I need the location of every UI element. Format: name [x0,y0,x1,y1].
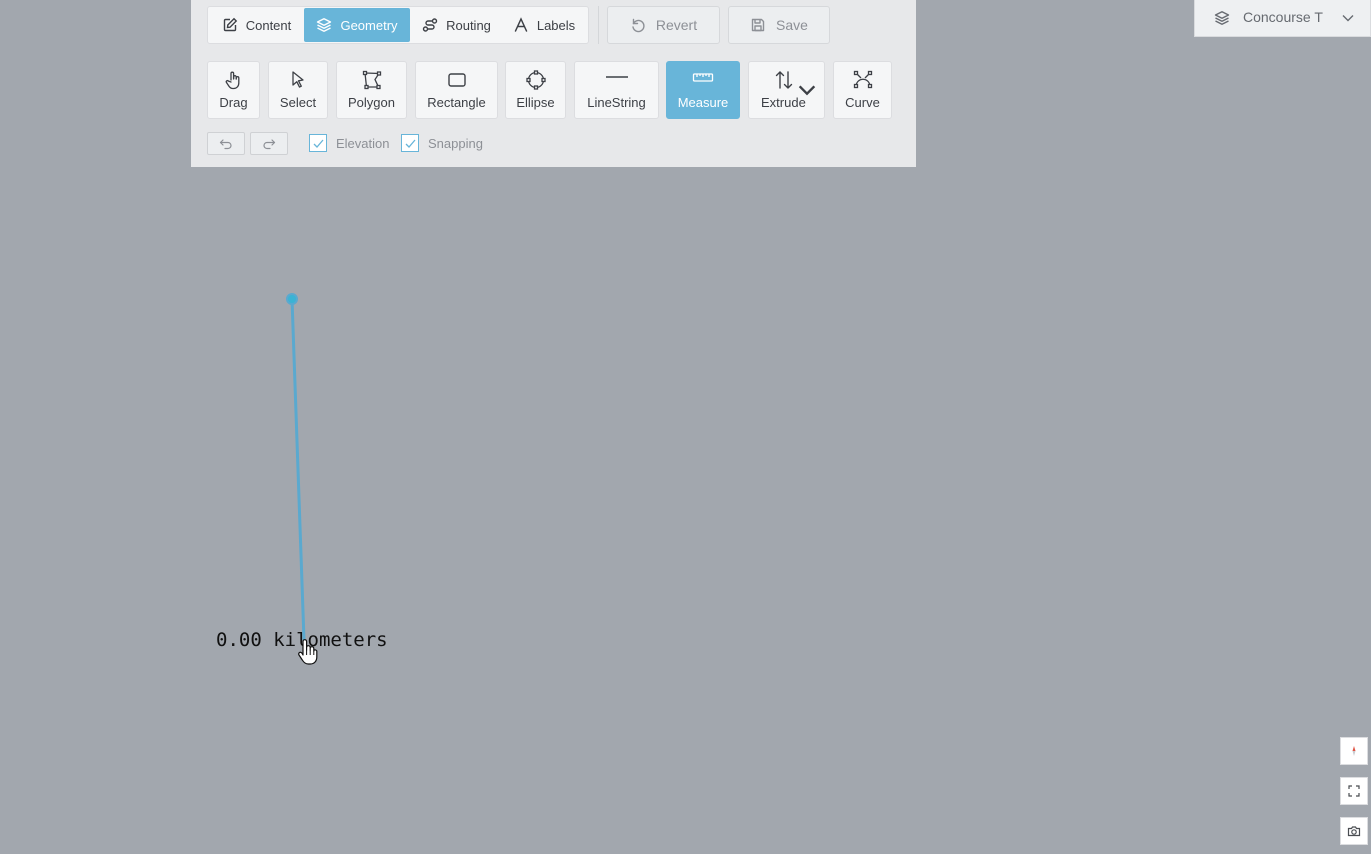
measure-start-vertex[interactable] [286,293,298,305]
tab-content-label: Content [245,17,292,33]
fullscreen-button[interactable] [1340,777,1368,805]
checkmark-icon [405,139,415,148]
chevron-down-icon[interactable] [796,79,818,101]
undo-arrow-icon [632,18,645,33]
app-root: Content Geometry Routing Labels Revert S… [0,0,1371,854]
measure-tool-label: Measure [677,95,729,110]
measure-tool-button[interactable]: Measure [666,61,740,119]
line-icon [605,76,628,78]
linestring-tool-button[interactable]: LineString [574,61,659,119]
edit-icon [223,17,237,32]
tab-labels[interactable]: Labels [503,8,585,42]
cursor-arrow-icon [292,71,304,88]
mode-tabs: Content Geometry Routing Labels [207,6,589,44]
redo-button[interactable] [250,132,288,155]
rectangle-icon [447,73,466,87]
ellipse-tool-button[interactable]: Ellipse [505,61,566,119]
extrude-arrows-icon [775,71,793,89]
chevron-down-icon [1342,15,1354,22]
extrude-tool-button[interactable]: Extrude [748,61,825,119]
text-icon [514,17,528,32]
layers-icon [317,18,332,32]
ruler-icon [692,73,714,82]
route-icon [422,18,438,32]
elevation-label: Elevation [336,135,390,151]
checkmark-icon [313,139,323,148]
snapping-label: Snapping [428,135,483,151]
layers-icon [1214,11,1230,25]
polygon-icon [362,70,381,90]
rectangle-tool-label: Rectangle [427,95,486,110]
tab-content[interactable]: Content [209,8,304,42]
curve-tool-label: Curve [845,95,880,110]
hand-icon [225,71,239,90]
camera-icon [1347,826,1361,837]
tab-geometry-label: Geometry [340,17,398,33]
ellipse-icon [525,70,546,90]
elevation-toggle[interactable]: Elevation [309,133,389,153]
compass-icon [1352,746,1356,756]
drag-tool-button[interactable]: Drag [207,61,260,119]
undo-button[interactable] [207,132,245,155]
undo-icon [219,138,232,149]
tab-geometry[interactable]: Geometry [304,8,410,42]
floor-selector[interactable]: Concourse T [1194,0,1371,37]
toolbar-divider [598,6,599,44]
editor-toolbar: Content Geometry Routing Labels Revert S… [191,0,916,167]
linestring-tool-label: LineString [587,95,646,110]
save-icon [751,18,765,32]
compass-button[interactable] [1340,737,1368,765]
revert-label: Revert [655,17,698,33]
polygon-tool-label: Polygon [348,95,395,110]
tab-routing[interactable]: Routing [410,8,503,42]
rectangle-tool-button[interactable]: Rectangle [415,61,498,119]
bezier-curve-icon [853,70,872,89]
measure-line [290,297,306,642]
snapping-toggle[interactable]: Snapping [401,133,483,153]
hand-cursor-icon [298,639,318,665]
revert-button[interactable]: Revert [607,6,720,44]
tab-labels-label: Labels [536,17,576,33]
drag-tool-label: Drag [219,95,248,110]
floor-selector-label: Concourse T [1243,9,1323,25]
fullscreen-icon [1348,785,1360,797]
save-label: Save [776,17,808,33]
snapping-checkbox[interactable] [401,134,419,152]
screenshot-button[interactable] [1340,817,1368,845]
save-button[interactable]: Save [728,6,830,44]
elevation-checkbox[interactable] [309,134,327,152]
redo-icon [263,138,276,149]
select-tool-label: Select [279,95,317,110]
tab-routing-label: Routing [446,17,491,33]
select-tool-button[interactable]: Select [268,61,328,119]
polygon-tool-button[interactable]: Polygon [336,61,407,119]
ellipse-tool-label: Ellipse [516,95,555,110]
curve-tool-button[interactable]: Curve [833,61,892,119]
